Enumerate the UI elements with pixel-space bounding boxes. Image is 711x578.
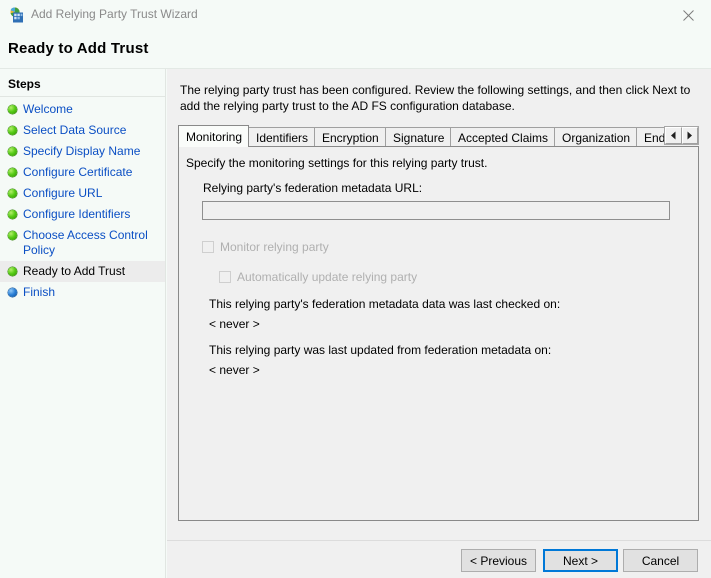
- cancel-button[interactable]: Cancel: [623, 549, 698, 572]
- scroll-left-icon[interactable]: [665, 127, 682, 144]
- scroll-right-icon[interactable]: [682, 127, 699, 144]
- step-bullet-done-icon: [8, 210, 17, 219]
- sidebar-item-finish[interactable]: Finish: [0, 282, 165, 303]
- sidebar-item-label: Finish: [23, 285, 159, 300]
- sidebar-item-configure-certificate[interactable]: Configure Certificate: [0, 162, 165, 183]
- main-panel: The relying party trust has been configu…: [167, 69, 711, 540]
- sidebar-item-label: Configure Certificate: [23, 165, 159, 180]
- step-bullet-done-icon: [8, 147, 17, 156]
- tab-label: Accepted Claims: [458, 131, 548, 145]
- monitor-relying-party-checkbox[interactable]: Monitor relying party: [202, 240, 329, 254]
- tab-label: Organization: [562, 131, 630, 145]
- title-bar: Add Relying Party Trust Wizard: [0, 0, 711, 30]
- steps-list: Welcome Select Data Source Specify Display…: [0, 99, 165, 303]
- sidebar-item-configure-identifiers[interactable]: Configure Identifiers: [0, 204, 165, 225]
- close-icon[interactable]: [666, 0, 711, 30]
- adfs-relying-party-icon: [8, 7, 24, 23]
- sidebar-item-label: Ready to Add Trust: [23, 264, 159, 279]
- intro-text: The relying party trust has been configu…: [180, 82, 696, 114]
- sidebar-item-configure-url[interactable]: Configure URL: [0, 183, 165, 204]
- step-bullet-done-icon: [8, 168, 17, 177]
- tab-label: Identifiers: [256, 131, 308, 145]
- metadata-url-label: Relying party's federation metadata URL:: [203, 181, 422, 195]
- sidebar-item-label: Choose Access Control Policy: [23, 228, 159, 258]
- sidebar-item-label: Welcome: [23, 102, 159, 117]
- last-checked-label: This relying party's federation metadata…: [209, 297, 560, 311]
- steps-divider: [0, 96, 165, 97]
- tab-signature[interactable]: Signature: [385, 127, 451, 147]
- tab-strip: Monitoring Identifiers Encryption Signature…: [178, 125, 699, 147]
- settings-tab-control: Monitoring Identifiers Encryption Signature…: [178, 125, 699, 521]
- tab-label: Monitoring: [186, 130, 242, 144]
- step-bullet-done-icon: [8, 189, 17, 198]
- tab-identifiers[interactable]: Identifiers: [248, 127, 315, 147]
- sidebar-item-label: Select Data Source: [23, 123, 159, 138]
- monitor-relying-party-label: Monitor relying party: [220, 240, 329, 254]
- last-checked-value: < never >: [209, 317, 260, 331]
- page-title: Ready to Add Trust: [8, 40, 149, 57]
- last-updated-value: < never >: [209, 363, 260, 377]
- checkbox-box: [219, 271, 231, 283]
- window-title: Add Relying Party Trust Wizard: [31, 6, 198, 23]
- sidebar-item-ready-to-add-trust[interactable]: Ready to Add Trust: [0, 261, 165, 282]
- sidebar-item-label: Specify Display Name: [23, 144, 159, 159]
- tab-scroll-buttons[interactable]: [664, 126, 699, 145]
- sidebar-item-label: Configure URL: [23, 186, 159, 201]
- steps-heading: Steps: [8, 77, 41, 91]
- auto-update-relying-party-checkbox[interactable]: Automatically update relying party: [219, 270, 417, 284]
- tab-organization[interactable]: Organization: [554, 127, 637, 147]
- next-button[interactable]: Next >: [543, 549, 618, 572]
- steps-sidebar: Steps Welcome Select Data Source Specify D…: [0, 69, 166, 578]
- step-bullet-done-icon: [8, 105, 17, 114]
- previous-button[interactable]: < Previous: [461, 549, 536, 572]
- monitoring-tab-page: Specify the monitoring settings for this…: [178, 146, 699, 521]
- sidebar-item-choose-access-control-policy[interactable]: Choose Access Control Policy: [0, 225, 165, 261]
- sidebar-item-label: Configure Identifiers: [23, 207, 159, 222]
- step-bullet-done-icon: [8, 231, 17, 240]
- tab-monitoring[interactable]: Monitoring: [178, 125, 249, 147]
- step-bullet-pending-icon: [8, 288, 17, 297]
- monitoring-description: Specify the monitoring settings for this…: [186, 156, 487, 170]
- sidebar-item-welcome[interactable]: Welcome: [0, 99, 165, 120]
- sidebar-item-select-data-source[interactable]: Select Data Source: [0, 120, 165, 141]
- last-updated-label: This relying party was last updated from…: [209, 343, 551, 357]
- checkbox-box: [202, 241, 214, 253]
- step-bullet-done-icon: [8, 126, 17, 135]
- tab-label: Encryption: [322, 131, 379, 145]
- step-bullet-done-icon: [8, 267, 17, 276]
- metadata-url-input[interactable]: [202, 201, 670, 220]
- footer-bar: < Previous Next > Cancel: [167, 541, 711, 578]
- sidebar-item-specify-display-name[interactable]: Specify Display Name: [0, 141, 165, 162]
- tab-label: Signature: [393, 131, 444, 145]
- auto-update-relying-party-label: Automatically update relying party: [237, 270, 417, 284]
- tab-encryption[interactable]: Encryption: [314, 127, 386, 147]
- tab-accepted-claims[interactable]: Accepted Claims: [450, 127, 555, 147]
